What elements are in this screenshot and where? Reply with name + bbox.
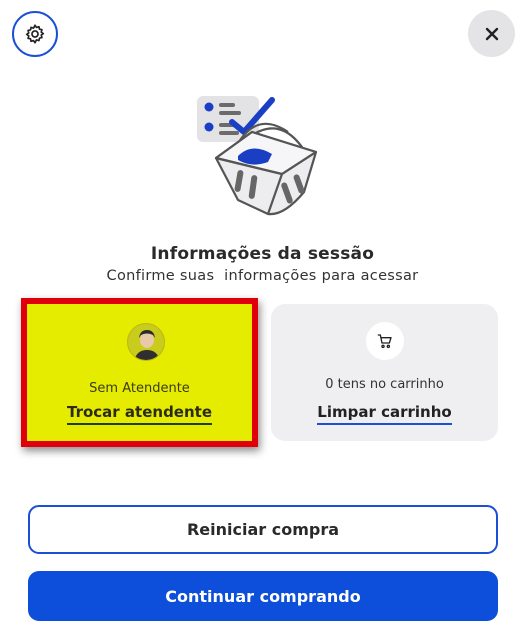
settings-button[interactable]	[12, 11, 58, 57]
clear-cart-link-wrap: Limpar carrinho	[271, 402, 498, 425]
session-title: Informações da sessão	[150, 244, 375, 264]
avatar	[127, 323, 165, 361]
swap-attendant-link[interactable]: Trocar atendente	[67, 403, 212, 425]
continue-shopping-button[interactable]: Continuar comprando	[28, 571, 498, 621]
swap-attendant-link-wrap: Trocar atendente	[27, 402, 252, 425]
close-icon	[485, 27, 498, 40]
gear-icon	[25, 24, 45, 44]
cart-icon	[377, 334, 392, 349]
restart-purchase-button[interactable]: Reiniciar compra	[28, 505, 498, 554]
attendant-name: Sem Atendente	[89, 381, 190, 396]
basket-checklist-illustration	[197, 96, 318, 216]
close-button[interactable]	[468, 10, 515, 57]
person-icon	[134, 330, 160, 360]
cart-count: 0 tens no carrinho	[325, 377, 444, 392]
attendant-card[interactable]: Sem Atendente Trocar atendente	[21, 298, 258, 447]
cart-icon-badge	[366, 322, 404, 360]
session-subtitle: Confirme suas informações para acessar	[106, 268, 419, 284]
clear-cart-link[interactable]: Limpar carrinho	[317, 403, 452, 425]
cart-card: 0 tens no carrinho Limpar carrinho	[271, 304, 498, 441]
session-dialog: Informações da sessão Confirme suas info…	[0, 0, 525, 635]
